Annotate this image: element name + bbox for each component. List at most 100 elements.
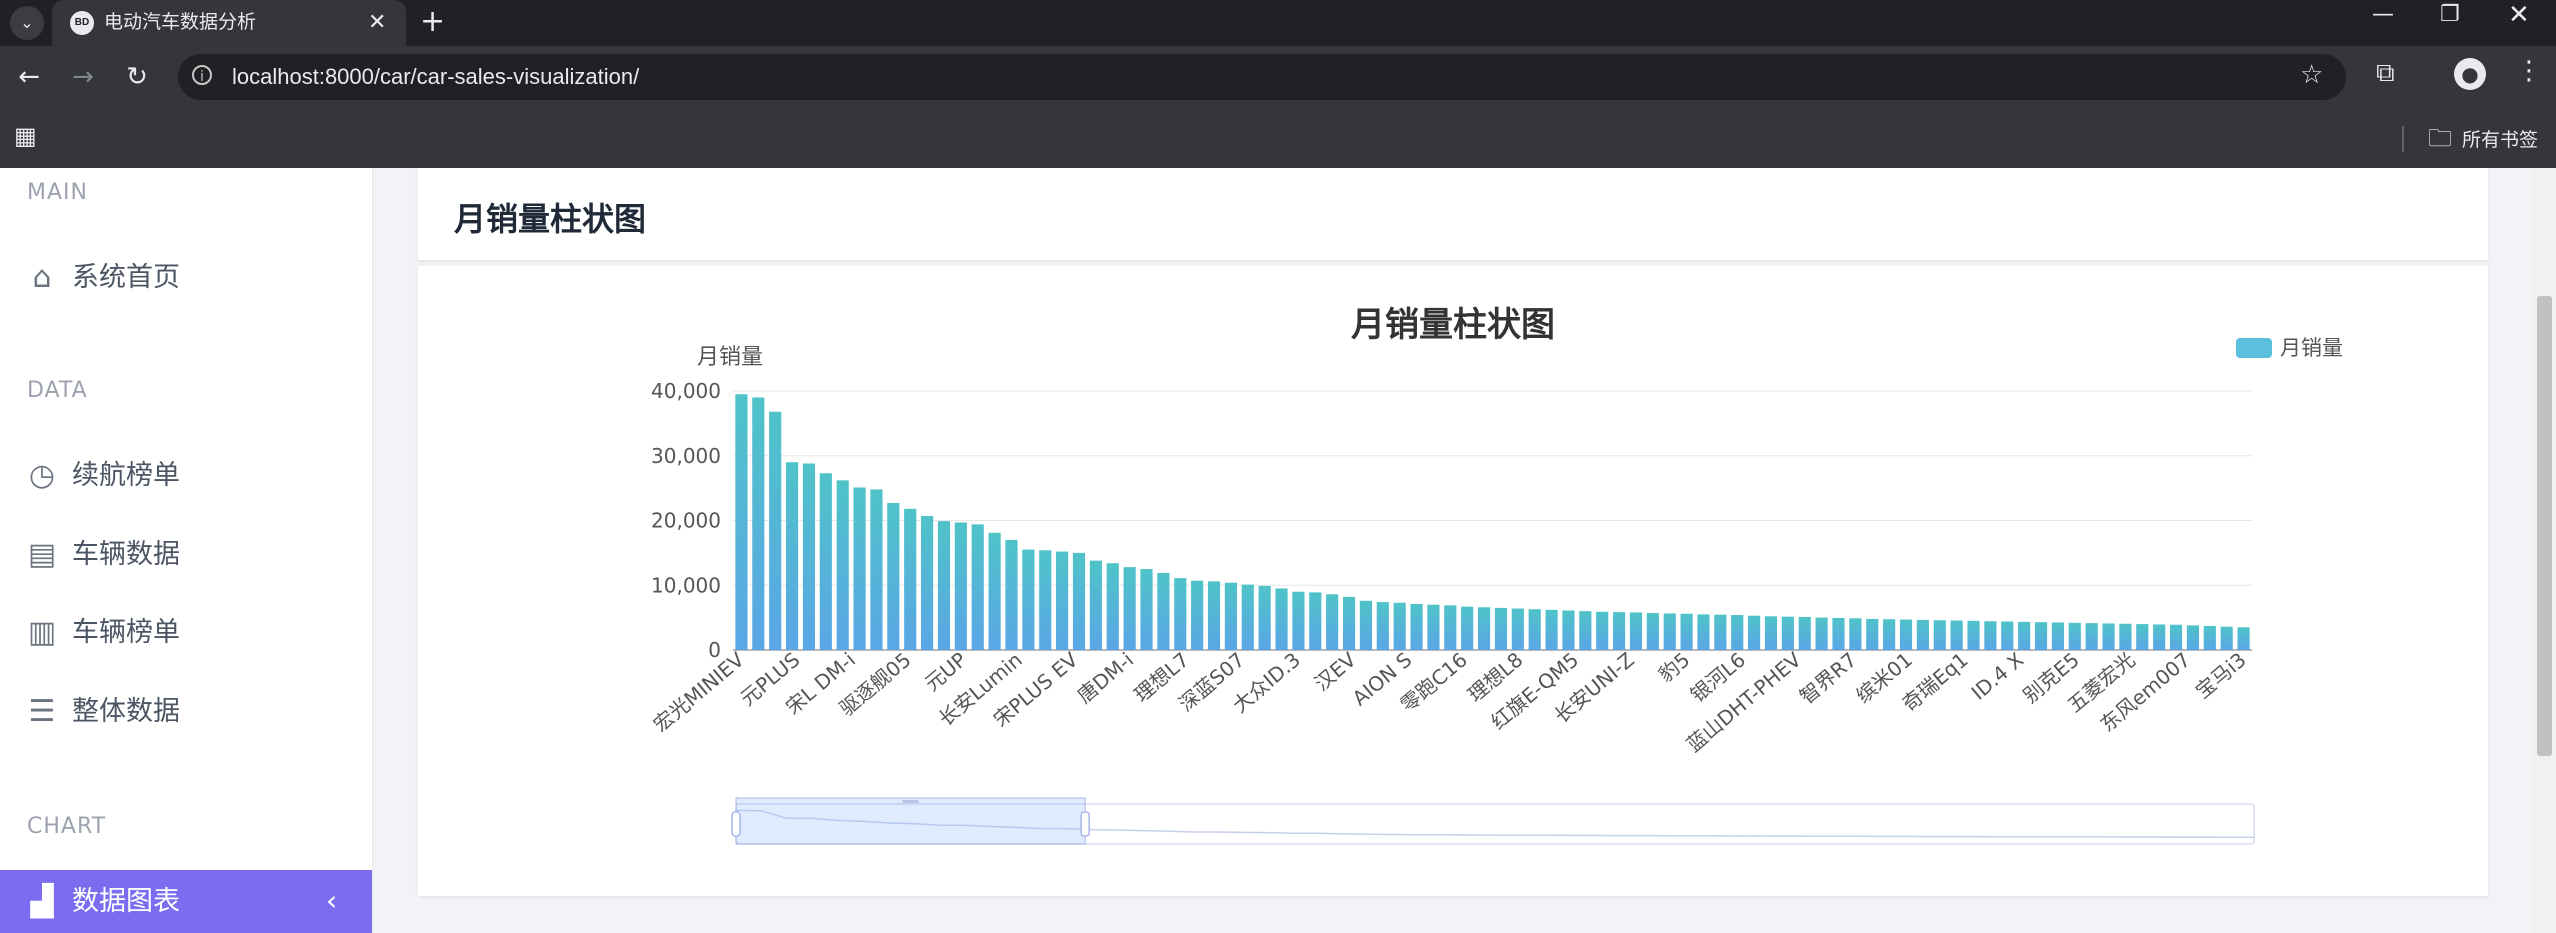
window-close-icon[interactable]: ✕ [2508,0,2530,30]
bar[interactable] [1494,607,1508,650]
bar[interactable] [2034,622,2048,650]
bar[interactable] [1292,591,1305,650]
bar[interactable] [937,521,951,650]
bar[interactable] [2153,624,2166,650]
sidebar-item-vehicle-data[interactable]: ▤ 车辆数据 [0,523,372,585]
bar[interactable] [870,489,883,650]
back-arrow-icon[interactable]: ← [10,58,48,96]
bar[interactable] [1629,612,1643,650]
browser-tab[interactable]: BD 电动汽车数据分析 ✕ [52,0,406,46]
extensions-icon[interactable]: ⧉ [2376,58,2395,89]
page-scrollbar[interactable] [2533,168,2556,933]
bar[interactable] [1089,560,1102,650]
bar[interactable] [988,532,1001,650]
sidebar-item-home[interactable]: ⌂ 系统首页 [0,246,372,308]
bar[interactable] [1714,614,1727,650]
apps-grid-icon[interactable]: ▦ [14,122,37,150]
bar[interactable] [1410,604,1423,650]
bar[interactable] [1663,613,1676,650]
bar[interactable] [2085,623,2098,650]
bar[interactable] [1883,619,1896,650]
bar[interactable] [1359,600,1372,650]
bar[interactable] [1461,606,1474,650]
bar[interactable] [921,515,934,650]
bar[interactable] [2203,626,2216,650]
bar[interactable] [1731,615,1744,650]
bar[interactable] [1680,613,1693,650]
bar[interactable] [785,462,799,650]
tab-search-button[interactable]: ⌄ [10,6,44,40]
bar[interactable] [2136,624,2149,650]
forward-arrow-icon[interactable]: → [64,58,102,96]
bar[interactable] [1933,620,1946,650]
bar[interactable] [1984,621,1997,650]
legend-swatch[interactable] [2236,338,2272,358]
datazoom-drag-grip[interactable] [902,800,919,803]
bar[interactable] [1832,617,1845,650]
bar[interactable] [2237,627,2250,650]
bar[interactable] [1781,616,1794,650]
profile-avatar-icon[interactable]: ● [2454,58,2486,90]
bar[interactable] [1646,613,1659,650]
bar[interactable] [1579,611,1592,650]
datazoom-start-handle[interactable] [731,811,741,837]
bar[interactable] [1275,588,1288,650]
bar[interactable] [802,463,816,650]
bar[interactable] [1427,604,1440,650]
bar[interactable] [2169,624,2183,650]
scrollbar-thumb[interactable] [2537,296,2552,756]
bar[interactable] [1545,609,1558,650]
bar[interactable] [1798,616,1811,650]
sidebar-item-range-ranking[interactable]: ◷ 续航榜单 [0,444,372,506]
bar[interactable] [819,473,832,650]
tab-close-icon[interactable]: ✕ [368,9,386,37]
bar[interactable] [1072,552,1086,650]
bar[interactable] [1764,616,1778,650]
bar[interactable] [1815,617,1828,650]
bar[interactable] [1022,549,1035,650]
sidebar-item-vehicle-ranking[interactable]: ▥ 车辆榜单 [0,601,372,663]
bar[interactable] [954,522,967,650]
bar[interactable] [1562,610,1575,650]
sidebar-item-overall-data[interactable]: ☰ 整体数据 [0,680,372,742]
bar[interactable] [1140,569,1153,650]
bar[interactable] [2102,623,2115,650]
bar[interactable] [2018,621,2031,650]
url-text[interactable]: localhost:8000/car/car-sales-visualizati… [232,62,639,92]
address-bar[interactable]: i localhost:8000/car/car-sales-visualiza… [178,54,2346,100]
bar[interactable] [1849,618,1862,650]
datazoom-end-handle[interactable] [1080,811,1090,837]
new-tab-button[interactable]: + [420,4,445,40]
bar[interactable] [1511,608,1524,650]
legend-label[interactable]: 月销量 [2280,336,2343,360]
bar[interactable] [1005,539,1018,650]
bar[interactable] [1393,602,1406,650]
bar-chart[interactable]: 月销量柱状图 月销量 月销量 010,00020,00030,00040,000… [418,266,2488,896]
bar[interactable] [1039,550,1052,650]
bar[interactable] [1950,620,1963,650]
bar[interactable] [1207,581,1221,650]
more-menu-icon[interactable]: ⋮ [2516,56,2542,86]
bar[interactable] [1528,609,1541,650]
bar[interactable] [1174,578,1187,650]
bar[interactable] [1967,620,1980,650]
bar[interactable] [1056,551,1069,650]
bar[interactable] [1697,614,1710,650]
bar[interactable] [836,480,849,650]
bar[interactable] [1191,580,1204,650]
all-bookmarks-link[interactable]: 所有书签 [2462,125,2538,152]
site-info-icon[interactable]: i [192,65,212,85]
bar[interactable] [904,508,917,650]
bar[interactable] [1444,605,1457,650]
bar[interactable] [1258,585,1271,650]
bar[interactable] [971,524,984,650]
restore-icon[interactable]: ❐ [2440,2,2460,27]
bar[interactable] [735,394,748,650]
bar[interactable] [2119,623,2132,650]
bar[interactable] [1241,584,1254,650]
bar[interactable] [1309,592,1322,650]
bar[interactable] [1106,563,1119,650]
bar[interactable] [1342,596,1356,650]
bar[interactable] [1748,615,1761,650]
bar[interactable] [1123,567,1136,650]
